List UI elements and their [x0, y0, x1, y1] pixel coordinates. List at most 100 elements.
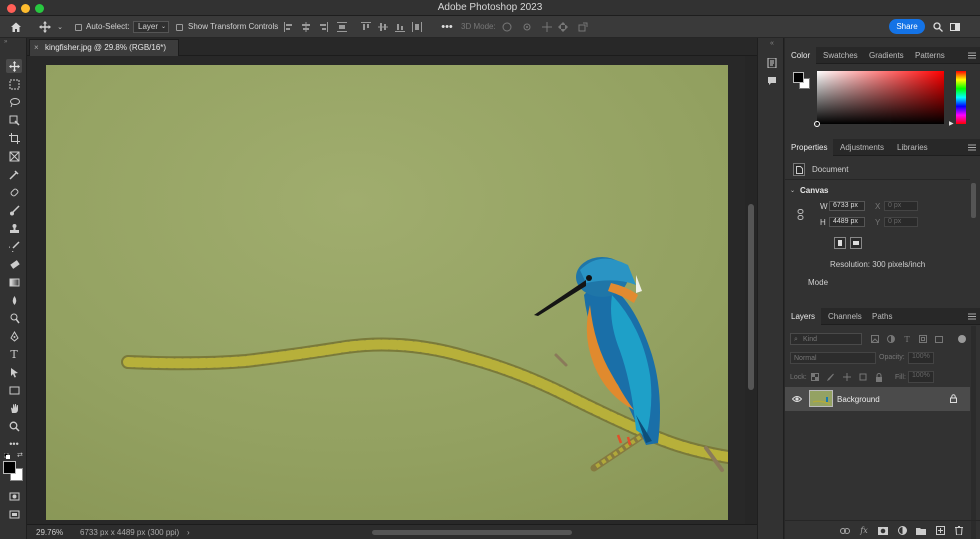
filter-adjustment-icon[interactable] [886, 334, 896, 344]
tab-patterns[interactable]: Patterns [909, 47, 951, 64]
zoom-tool-icon[interactable] [6, 419, 22, 433]
tab-swatches[interactable]: Swatches [817, 47, 864, 64]
collapse-toolbar-icon[interactable]: » [4, 39, 16, 45]
layer-style-icon[interactable]: fx [858, 525, 870, 536]
lock-icon[interactable] [948, 393, 958, 404]
move-tool-icon[interactable] [38, 20, 52, 34]
brush-tool-icon[interactable] [6, 203, 22, 217]
tab-gradients[interactable]: Gradients [863, 47, 910, 64]
eye-icon[interactable] [791, 393, 803, 405]
tab-color[interactable]: Color [785, 47, 817, 64]
lock-image-icon[interactable] [826, 372, 836, 382]
type-tool-icon[interactable]: T [6, 347, 22, 361]
default-colors-icon[interactable] [3, 452, 10, 459]
panel-menu-icon[interactable] [968, 52, 976, 59]
hand-tool-icon[interactable] [6, 401, 22, 415]
close-window-button[interactable] [7, 4, 16, 13]
lock-all-icon[interactable] [874, 372, 884, 382]
new-group-icon[interactable] [915, 525, 927, 536]
align-middle-v-icon[interactable] [377, 21, 389, 33]
path-selection-tool-icon[interactable] [6, 365, 22, 379]
vertical-scroll-thumb[interactable] [748, 204, 754, 390]
chevron-right-icon[interactable]: › [187, 528, 190, 538]
color-picker-handle[interactable] [814, 121, 820, 127]
tab-adjustments[interactable]: Adjustments [834, 139, 890, 156]
history-panel-icon[interactable] [766, 57, 778, 69]
align-top-icon[interactable] [360, 21, 372, 33]
lock-position-icon[interactable] [842, 372, 852, 382]
lock-artboard-icon[interactable] [858, 372, 868, 382]
new-layer-icon[interactable] [934, 525, 946, 536]
layers-scrollbar[interactable] [971, 326, 976, 539]
lasso-tool-icon[interactable] [6, 95, 22, 109]
document-canvas-image[interactable] [46, 65, 735, 520]
pen-tool-icon[interactable] [6, 329, 22, 343]
tab-libraries[interactable]: Libraries [891, 139, 934, 156]
lock-transparent-icon[interactable] [810, 372, 820, 382]
layer-kind-filter[interactable]: ⌕ Kind [790, 333, 862, 345]
width-field[interactable]: 6733 px [829, 201, 865, 211]
portrait-orientation-icon[interactable] [834, 237, 846, 249]
frame-tool-icon[interactable] [6, 149, 22, 163]
transform-controls-checkbox[interactable] [176, 24, 183, 31]
link-dimensions-icon[interactable] [796, 208, 804, 220]
height-field[interactable]: 4489 px [829, 217, 865, 227]
panel-menu-icon[interactable] [968, 144, 976, 151]
panel-menu-icon[interactable] [968, 313, 976, 320]
share-button[interactable]: Share [889, 19, 925, 34]
fill-field[interactable]: 100% [908, 371, 934, 383]
object-selection-tool-icon[interactable] [6, 113, 22, 127]
adjustment-layer-icon[interactable] [896, 525, 908, 536]
hue-slider-handle-icon[interactable]: ▶ [949, 120, 954, 127]
crop-tool-icon[interactable] [6, 131, 22, 145]
layer-name[interactable]: Background [837, 395, 880, 405]
x-field[interactable]: 0 px [884, 201, 918, 211]
y-field[interactable]: 0 px [884, 217, 918, 227]
collapse-panels-icon[interactable]: « [770, 40, 774, 47]
align-bottom-icon[interactable] [394, 21, 406, 33]
tab-channels[interactable]: Channels [822, 308, 868, 325]
horizontal-scroll-thumb[interactable] [372, 530, 572, 535]
tab-paths[interactable]: Paths [866, 308, 898, 325]
close-tab-icon[interactable]: × [34, 43, 39, 52]
link-layers-icon[interactable] [839, 525, 851, 536]
canvas-vertical-scrollbar[interactable] [745, 56, 757, 524]
rectangle-tool-icon[interactable] [6, 383, 22, 397]
eyedropper-tool-icon[interactable] [6, 167, 22, 181]
distribute-vertical-icon[interactable] [411, 21, 423, 33]
roll-3d-icon[interactable] [521, 21, 533, 33]
blend-mode-dropdown[interactable]: Normal [790, 352, 876, 364]
auto-select-dropdown[interactable]: Layer ⌄ [133, 21, 169, 33]
filter-pixel-icon[interactable] [870, 334, 880, 344]
healing-brush-tool-icon[interactable] [6, 185, 22, 199]
zoom-level[interactable]: 29.76% [36, 528, 63, 538]
foreground-color-chip[interactable] [793, 72, 804, 83]
document-tab[interactable]: × kingfisher.jpg @ 29.8% (RGB/16*) [29, 39, 179, 56]
opacity-field[interactable]: 100% [908, 352, 934, 364]
layer-row[interactable]: Background [785, 387, 970, 411]
foreground-color-swatch[interactable] [3, 461, 16, 474]
tab-properties[interactable]: Properties [785, 139, 834, 156]
screen-mode-icon[interactable] [6, 507, 22, 521]
comments-panel-icon[interactable] [766, 75, 778, 87]
landscape-orientation-icon[interactable] [850, 237, 862, 249]
zoom-window-button[interactable] [35, 4, 44, 13]
filter-smart-object-icon[interactable] [934, 334, 944, 344]
slide-3d-icon[interactable] [557, 21, 569, 33]
filter-type-icon[interactable]: T [902, 334, 912, 344]
workspace-icon[interactable] [949, 21, 961, 33]
minimize-window-button[interactable] [21, 4, 30, 13]
auto-select-checkbox[interactable] [75, 24, 82, 31]
add-mask-icon[interactable] [877, 525, 889, 536]
edit-toolbar-icon[interactable]: ••• [6, 437, 22, 451]
gradient-tool-icon[interactable] [6, 275, 22, 289]
eraser-tool-icon[interactable] [6, 257, 22, 271]
properties-scrollbar[interactable] [971, 183, 976, 218]
marquee-tool-icon[interactable] [6, 77, 22, 91]
clone-stamp-tool-icon[interactable] [6, 221, 22, 235]
align-center-h-icon[interactable] [300, 21, 312, 33]
chevron-down-icon[interactable]: ⌄ [790, 186, 795, 196]
home-icon[interactable] [8, 19, 24, 35]
dodge-tool-icon[interactable] [6, 311, 22, 325]
swap-colors-icon[interactable]: ⇄ [17, 451, 24, 459]
